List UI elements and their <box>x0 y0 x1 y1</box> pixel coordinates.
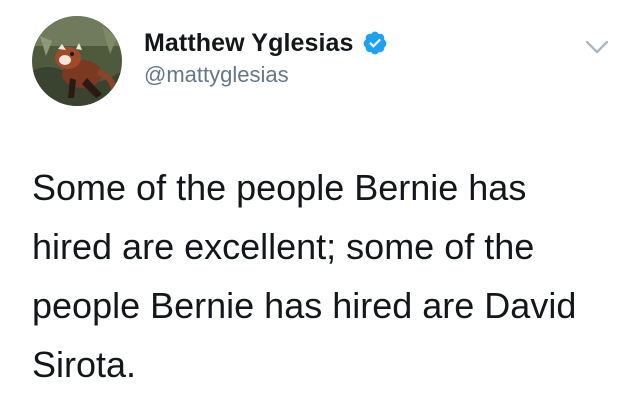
tweet-text-line: people Bernie has hired are David <box>32 285 577 326</box>
red-panda-avatar-icon <box>32 16 122 106</box>
tweet: Matthew Yglesias @mattyglesias Some of t… <box>0 0 640 410</box>
chevron-down-icon[interactable] <box>584 38 610 56</box>
name-row: Matthew Yglesias <box>144 26 564 60</box>
tweet-text-line: Sirota. <box>32 344 137 385</box>
avatar[interactable] <box>32 16 122 106</box>
tweet-text-line: Some of the people Bernie has <box>32 167 527 208</box>
display-name[interactable]: Matthew Yglesias <box>144 29 354 58</box>
tweet-text-line: hired are excellent; some of the <box>32 226 535 267</box>
user-handle[interactable]: @mattyglesias <box>144 62 564 88</box>
tweet-header: Matthew Yglesias @mattyglesias <box>144 26 564 88</box>
verified-badge-icon <box>363 31 386 55</box>
tweet-text: Some of the people Bernie has hired are … <box>32 158 622 394</box>
